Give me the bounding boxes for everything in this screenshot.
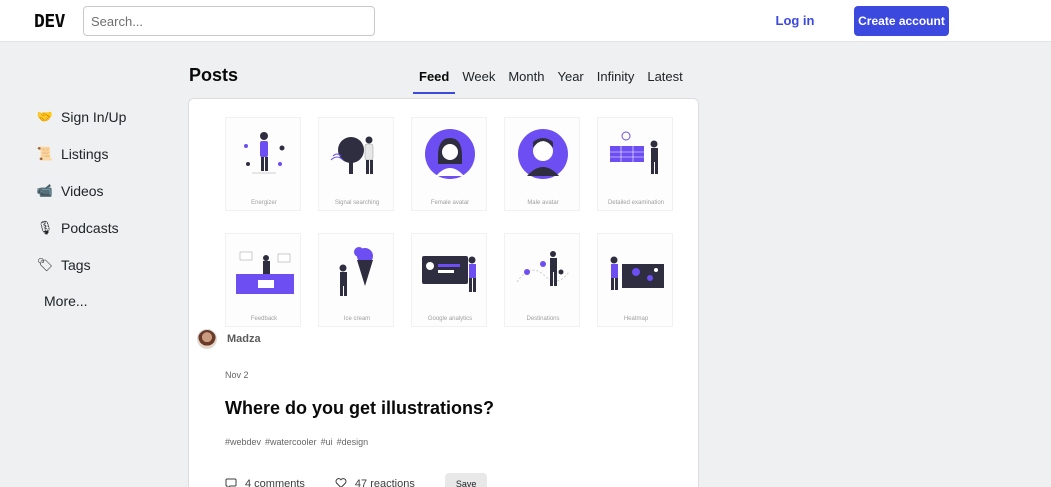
signal-illustration xyxy=(330,136,374,174)
illustration-caption: Heatmap xyxy=(623,316,649,322)
tag-icon: 🏷 xyxy=(36,256,54,272)
illustration-caption: Destinations xyxy=(526,316,560,322)
tag-link[interactable]: #design xyxy=(337,437,369,447)
page-title: Posts xyxy=(189,65,239,85)
post-date: Nov 2 xyxy=(225,370,249,380)
illustration-caption: Energizer xyxy=(251,200,277,206)
heatmap-illustration xyxy=(610,256,664,290)
sidebar-item-tags[interactable]: 🏷 Tags xyxy=(36,246,176,283)
sidebar-item-label: Videos xyxy=(61,182,104,199)
illustration-tile: Heatmap xyxy=(597,233,673,327)
login-link[interactable]: Log in xyxy=(769,6,821,36)
author-name[interactable]: Madza xyxy=(227,333,261,345)
illustration-tile: Female avatar xyxy=(411,117,487,211)
sidebar-item-label: Podcasts xyxy=(61,219,119,236)
post-actions: 4 comments 47 reactions Save xyxy=(225,473,488,487)
post-tags: #webdev #watercooler #ui #design xyxy=(225,437,368,447)
create-account-button[interactable]: Create account xyxy=(854,6,949,36)
sidebar-item-listings[interactable]: 📜 Listings xyxy=(36,135,176,172)
heart-icon xyxy=(335,477,347,487)
handshake-icon: 🤝 xyxy=(36,108,54,124)
comments-link[interactable]: 4 comments xyxy=(225,477,305,487)
analytics-illustration xyxy=(422,256,476,292)
tab-month[interactable]: Month xyxy=(502,66,550,94)
illustration-tile: Destinations xyxy=(504,233,580,327)
illustration-tile: Energizer xyxy=(225,117,301,211)
top-header: DEV Log in Create account xyxy=(0,0,1051,42)
illustration-tile: Google analytics xyxy=(411,233,487,327)
illustration-tile: Detailed examination xyxy=(597,117,673,211)
sidebar-item-label: Tags xyxy=(61,256,91,273)
video-camera-icon: 📹 xyxy=(36,182,54,198)
scroll-icon: 📜 xyxy=(36,145,54,161)
avatar[interactable] xyxy=(197,329,217,349)
tab-year[interactable]: Year xyxy=(551,66,589,94)
post-cover-image[interactable]: Energizer Signal searching Female avatar xyxy=(189,99,698,327)
female-avatar-illustration xyxy=(425,129,475,179)
left-sidebar: 🤝 Sign In/Up 📜 Listings 📹 Videos 🎙 Podca… xyxy=(36,98,176,320)
sidebar-item-podcasts[interactable]: 🎙 Podcasts xyxy=(36,209,176,246)
tab-latest[interactable]: Latest xyxy=(641,66,688,94)
feed-tabs: Feed Week Month Year Infinity Latest xyxy=(413,66,690,94)
save-button[interactable]: Save xyxy=(444,473,488,487)
illustration-caption: Feedback xyxy=(250,316,278,322)
microphone-icon: 🎙 xyxy=(36,219,54,235)
comment-bubble-icon xyxy=(225,477,237,487)
male-avatar-illustration xyxy=(518,129,568,179)
illustration-caption: Male avatar xyxy=(527,200,559,206)
tag-link[interactable]: #watercooler xyxy=(265,437,317,447)
tab-feed[interactable]: Feed xyxy=(413,66,456,94)
illustration-caption: Google analytics xyxy=(427,316,473,322)
reactions-link[interactable]: 47 reactions xyxy=(335,477,415,487)
illustration-caption: Signal searching xyxy=(334,200,380,206)
sidebar-more-link[interactable]: More... xyxy=(36,283,176,320)
sidebar-item-label: Listings xyxy=(61,145,109,162)
post-title[interactable]: Where do you get illustrations? xyxy=(225,398,494,419)
post-author[interactable]: Madza xyxy=(197,329,261,349)
energizer-illustration xyxy=(244,132,285,174)
sidebar-item-videos[interactable]: 📹 Videos xyxy=(36,172,176,209)
illustration-tile: Ice cream xyxy=(318,233,394,327)
comments-count: 4 comments xyxy=(245,478,305,487)
dev-logo[interactable]: DEV xyxy=(34,11,66,32)
tag-link[interactable]: #ui xyxy=(321,437,333,447)
examination-illustration xyxy=(610,131,658,174)
feedback-illustration xyxy=(236,251,294,294)
reactions-count: 47 reactions xyxy=(354,478,415,487)
tag-link[interactable]: #webdev xyxy=(225,437,261,447)
illustration-tile: Feedback xyxy=(225,233,301,327)
tab-week[interactable]: Week xyxy=(456,66,501,94)
tab-infinity[interactable]: Infinity xyxy=(591,66,641,94)
ice-cream-illustration xyxy=(339,247,373,296)
destinations-illustration xyxy=(516,251,570,286)
illustration-caption: Ice cream xyxy=(343,316,371,322)
sidebar-item-label: Sign In/Up xyxy=(61,108,127,125)
sidebar-item-sign-in[interactable]: 🤝 Sign In/Up xyxy=(36,98,176,135)
illustration-caption: Female avatar xyxy=(430,200,470,206)
search-input[interactable] xyxy=(83,6,375,36)
post-card[interactable]: Energizer Signal searching Female avatar xyxy=(188,98,699,487)
illustration-tile: Male avatar xyxy=(504,117,580,211)
illustration-caption: Detailed examination xyxy=(607,200,665,206)
illustration-tile: Signal searching xyxy=(318,117,394,211)
